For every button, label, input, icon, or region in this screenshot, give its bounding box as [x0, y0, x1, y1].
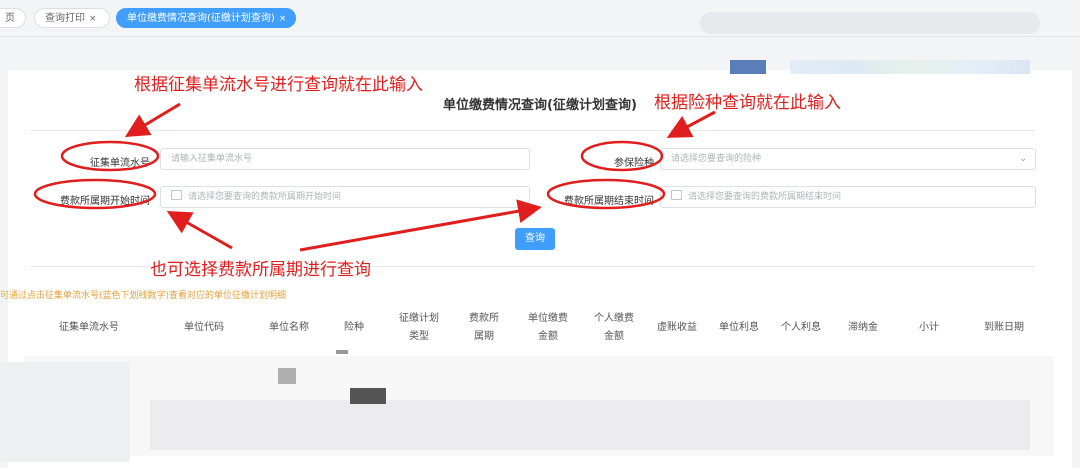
highlight-ellipse [33, 178, 157, 210]
highlight-ellipse [546, 178, 666, 210]
annotation-arrow [299, 199, 542, 252]
annotation-arrow [124, 102, 181, 138]
highlight-ellipse [580, 140, 664, 172]
annotation-arrow [666, 110, 716, 138]
annotation-arrow [166, 211, 233, 250]
annotation-overlay [33, 102, 716, 252]
highlight-ellipse [60, 140, 160, 172]
